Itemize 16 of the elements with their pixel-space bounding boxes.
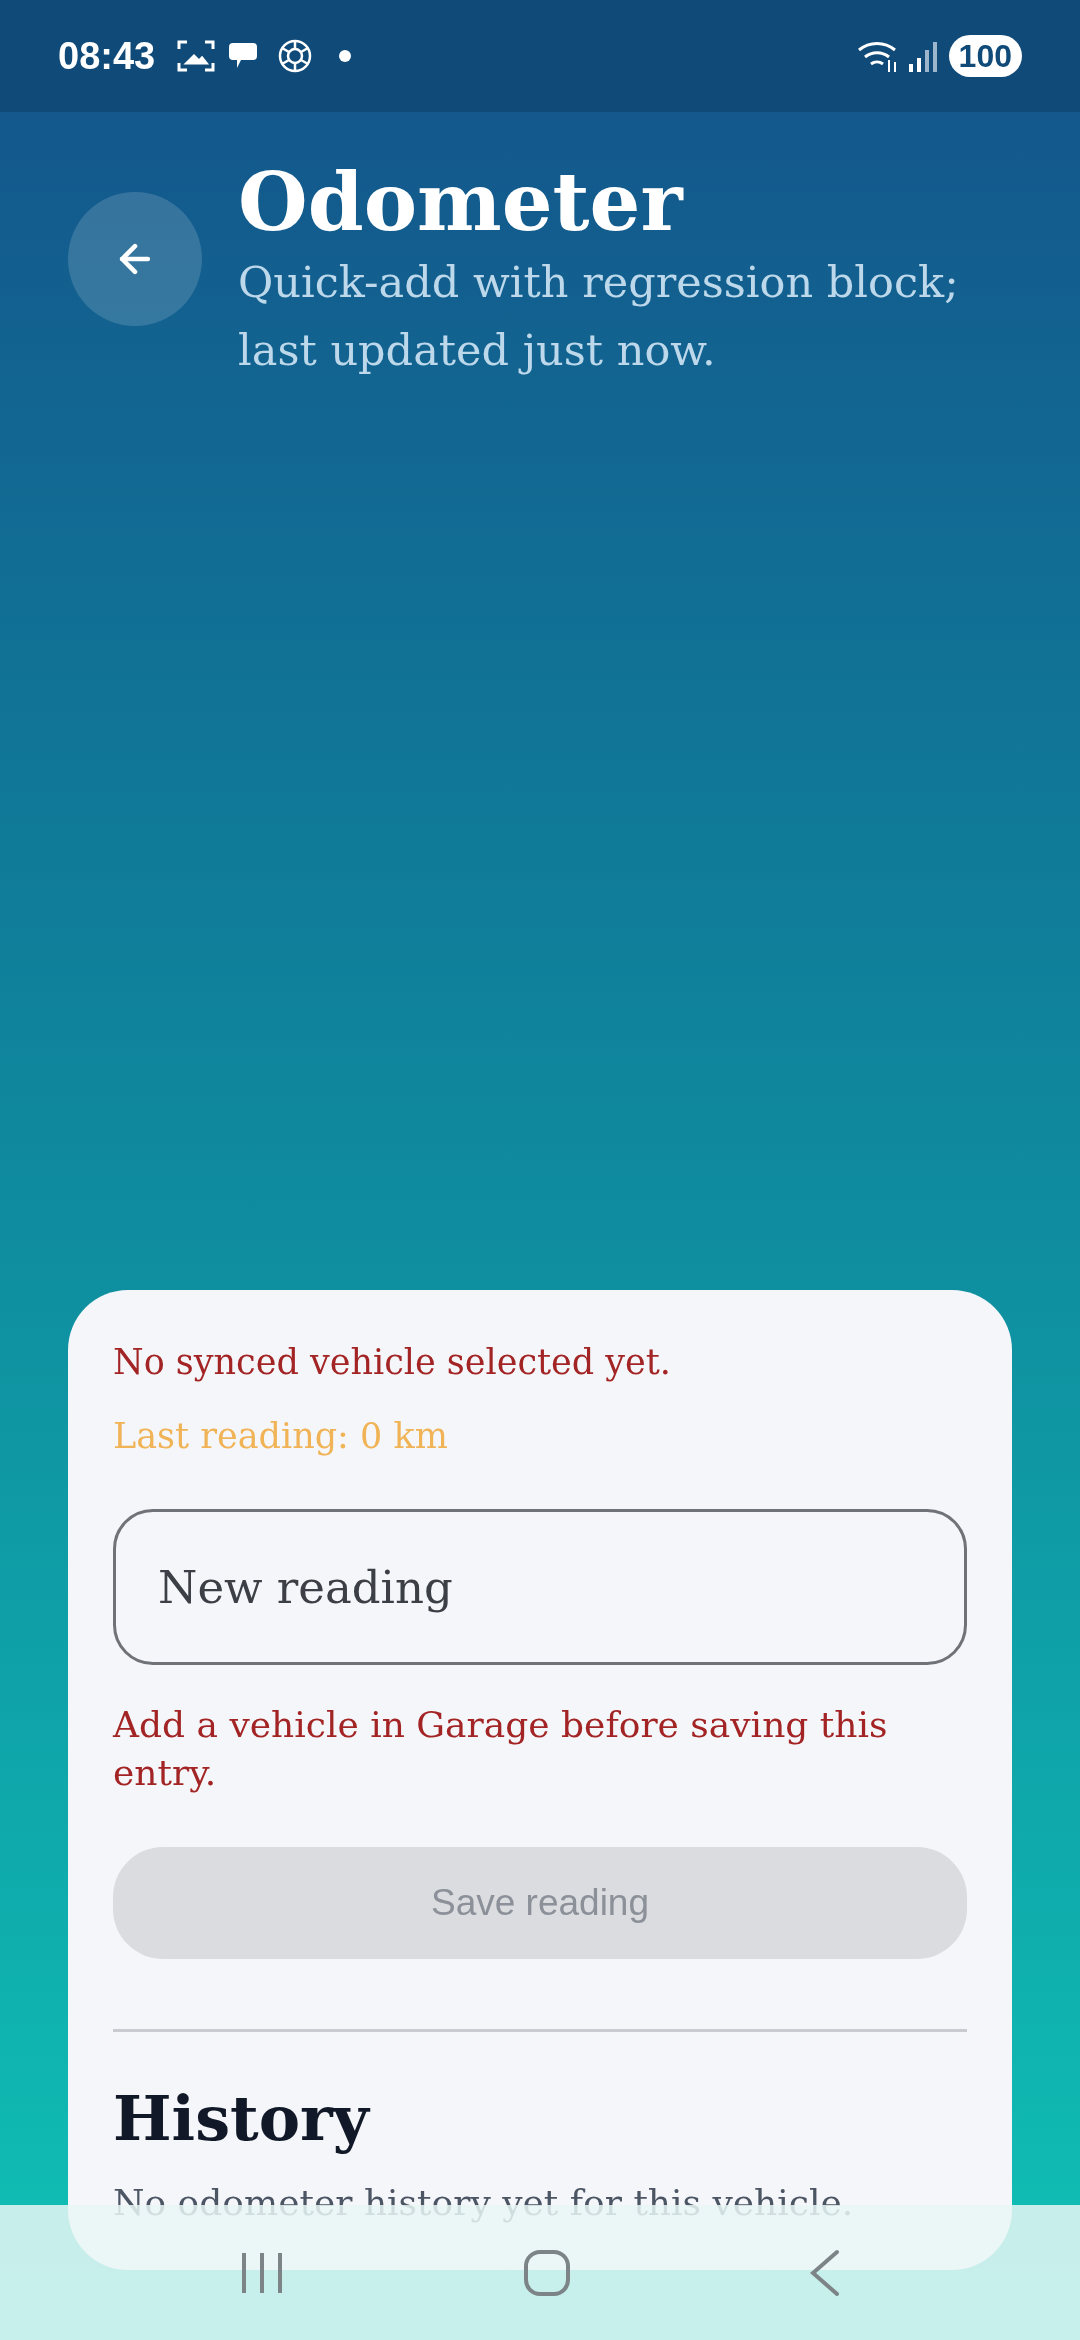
battery-indicator: 100	[948, 35, 1022, 77]
signal-icon	[908, 40, 937, 72]
page-subtitle: Quick-add with regression block; last updated just now.	[238, 256, 960, 377]
recent-apps-icon[interactable]	[239, 2250, 284, 2295]
history-heading: History	[113, 2082, 372, 2157]
page-title: Odometer	[238, 156, 685, 248]
notice-text: No synced vehicle selected yet.	[113, 1341, 672, 1384]
screenshot-icon	[177, 39, 216, 73]
reading-input-field[interactable]: New reading	[113, 1509, 967, 1665]
last-reading-text: Last reading: 0 km	[113, 1414, 449, 1458]
error-text: Add a vehicle in Garage before saving this entry.	[113, 1703, 889, 1795]
back-nav-icon[interactable]	[810, 2248, 841, 2297]
clock: 08:43	[58, 33, 156, 79]
home-icon[interactable]	[523, 2248, 571, 2297]
dot-icon	[339, 50, 352, 62]
history-empty-text: No odometer history yet for this vehicle.	[113, 2181, 855, 2226]
